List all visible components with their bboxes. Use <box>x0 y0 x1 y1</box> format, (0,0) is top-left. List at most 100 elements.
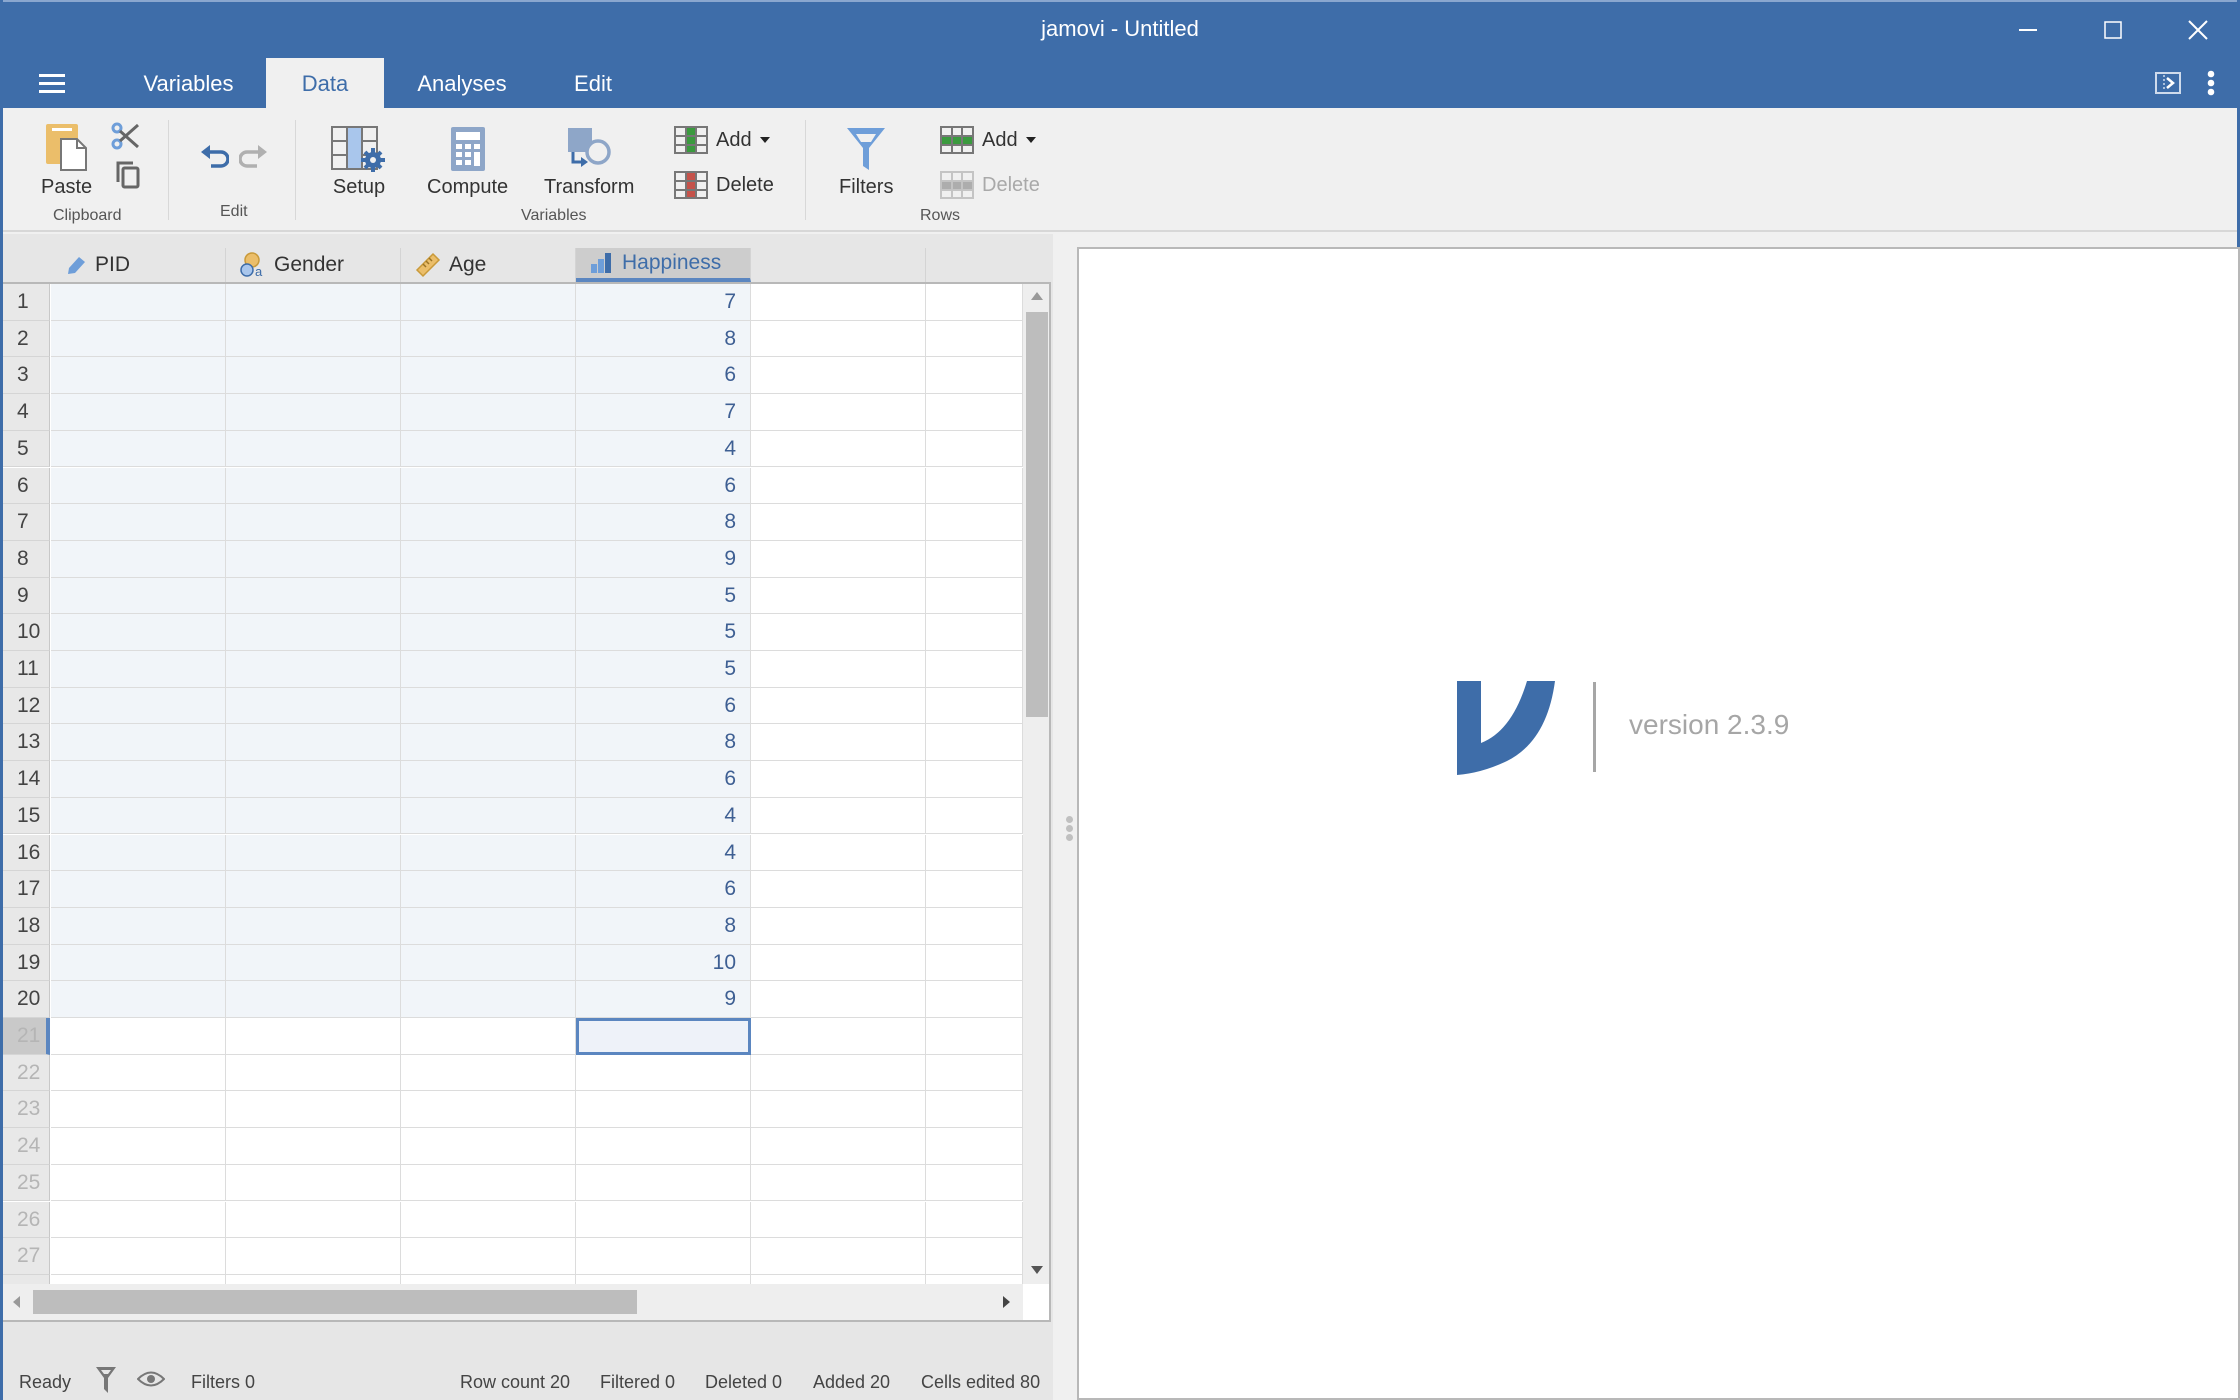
row-number[interactable]: 6 <box>3 467 50 505</box>
data-cell[interactable] <box>51 871 226 908</box>
data-cell[interactable] <box>751 1054 926 1092</box>
data-cell[interactable]: 9 <box>576 540 751 578</box>
eye-icon[interactable] <box>137 1370 165 1388</box>
column-header-empty[interactable] <box>751 248 926 282</box>
tab-analyses[interactable]: Analyses <box>403 58 521 108</box>
data-cell[interactable] <box>926 577 1023 615</box>
data-cell[interactable] <box>926 357 1023 395</box>
column-header-pid[interactable]: PID <box>51 248 226 282</box>
setup-button[interactable]: Setup <box>331 126 387 199</box>
data-cell[interactable]: 4 <box>576 430 751 468</box>
data-cell[interactable] <box>51 907 226 945</box>
data-cell[interactable] <box>226 1164 401 1202</box>
row-number[interactable]: 21 <box>3 1018 50 1055</box>
horizontal-scroll-thumb[interactable] <box>33 1290 637 1314</box>
redo-button[interactable] <box>238 144 269 179</box>
data-cell[interactable] <box>51 504 226 541</box>
data-cell[interactable] <box>401 467 576 505</box>
scroll-left-arrow-icon[interactable] <box>13 1296 20 1308</box>
panel-splitter[interactable] <box>1063 234 1077 1360</box>
row-number[interactable]: 12 <box>3 687 50 725</box>
data-cell[interactable] <box>226 871 401 908</box>
data-cell[interactable] <box>751 394 926 431</box>
row-number[interactable]: 11 <box>3 651 50 688</box>
data-cell[interactable] <box>401 797 576 835</box>
row-number[interactable]: 10 <box>3 614 50 651</box>
data-cell[interactable] <box>226 1238 401 1275</box>
column-header-empty[interactable] <box>926 248 1023 282</box>
data-cell[interactable] <box>751 944 926 982</box>
data-cell[interactable] <box>401 1201 576 1239</box>
data-cell[interactable] <box>51 1128 226 1165</box>
data-cell[interactable] <box>751 357 926 395</box>
data-cell[interactable] <box>751 724 926 762</box>
data-cell[interactable] <box>226 357 401 395</box>
data-cell[interactable]: 8 <box>576 504 751 541</box>
data-cell[interactable] <box>926 651 1023 688</box>
data-cell[interactable] <box>51 1238 226 1275</box>
data-cell[interactable] <box>226 797 401 835</box>
data-cell[interactable] <box>51 320 226 358</box>
data-cell[interactable] <box>926 981 1023 1018</box>
close-button[interactable] <box>2178 12 2218 48</box>
tab-data[interactable]: Data <box>266 58 384 108</box>
data-cell[interactable] <box>926 1201 1023 1239</box>
more-options-icon[interactable] <box>2207 70 2215 101</box>
data-cell[interactable] <box>51 394 226 431</box>
data-cell[interactable] <box>226 467 401 505</box>
data-cell[interactable] <box>51 1018 226 1055</box>
data-cell[interactable] <box>51 797 226 835</box>
data-cell[interactable] <box>751 284 926 321</box>
column-header-happiness[interactable]: Happiness <box>576 248 751 282</box>
data-cell[interactable] <box>401 907 576 945</box>
data-cell[interactable] <box>401 724 576 762</box>
row-number[interactable]: 16 <box>3 834 50 872</box>
data-cell[interactable] <box>401 687 576 725</box>
minimize-button[interactable] <box>2008 12 2048 48</box>
data-cell[interactable] <box>51 724 226 762</box>
scroll-down-arrow-icon[interactable] <box>1031 1266 1043 1274</box>
data-cell[interactable] <box>51 981 226 1018</box>
data-cell[interactable]: 10 <box>576 944 751 982</box>
data-cell[interactable] <box>51 577 226 615</box>
data-cell[interactable] <box>751 430 926 468</box>
data-cell[interactable] <box>226 1201 401 1239</box>
data-cell[interactable] <box>51 1201 226 1239</box>
data-cell[interactable] <box>401 981 576 1018</box>
data-cell[interactable] <box>751 467 926 505</box>
filter-status-icon[interactable] <box>95 1366 117 1394</box>
data-cell[interactable] <box>751 614 926 651</box>
data-cell[interactable] <box>926 467 1023 505</box>
data-cell[interactable] <box>401 394 576 431</box>
data-cell[interactable] <box>226 981 401 1018</box>
data-cell[interactable] <box>926 871 1023 908</box>
data-cell[interactable] <box>926 1128 1023 1165</box>
data-cell[interactable] <box>226 504 401 541</box>
row-number[interactable]: 15 <box>3 797 50 835</box>
data-cell[interactable]: 4 <box>576 797 751 835</box>
data-cell[interactable] <box>926 614 1023 651</box>
data-cell[interactable] <box>751 1128 926 1165</box>
data-cell[interactable]: 5 <box>576 614 751 651</box>
data-cell[interactable] <box>51 430 226 468</box>
row-number[interactable]: 18 <box>3 907 50 945</box>
tab-variables[interactable]: Variables <box>131 58 246 108</box>
add-row-button[interactable]: Add <box>940 126 1036 154</box>
data-cell[interactable]: 4 <box>576 834 751 872</box>
data-cell[interactable] <box>576 1164 751 1202</box>
data-cell[interactable] <box>926 430 1023 468</box>
column-header-age[interactable]: Age <box>401 248 576 282</box>
add-variable-button[interactable]: Add <box>674 126 770 154</box>
data-cell[interactable] <box>51 614 226 651</box>
data-cell[interactable] <box>576 1091 751 1129</box>
row-number[interactable]: 14 <box>3 761 50 798</box>
row-number[interactable]: 22 <box>3 1054 50 1092</box>
data-cell[interactable] <box>401 944 576 982</box>
row-number[interactable]: 3 <box>3 357 50 395</box>
data-cell[interactable] <box>751 981 926 1018</box>
data-cell[interactable] <box>51 357 226 395</box>
data-cell[interactable] <box>751 1238 926 1275</box>
data-cell[interactable] <box>51 1164 226 1202</box>
data-cell[interactable] <box>226 1091 401 1129</box>
data-cell[interactable] <box>401 1054 576 1092</box>
